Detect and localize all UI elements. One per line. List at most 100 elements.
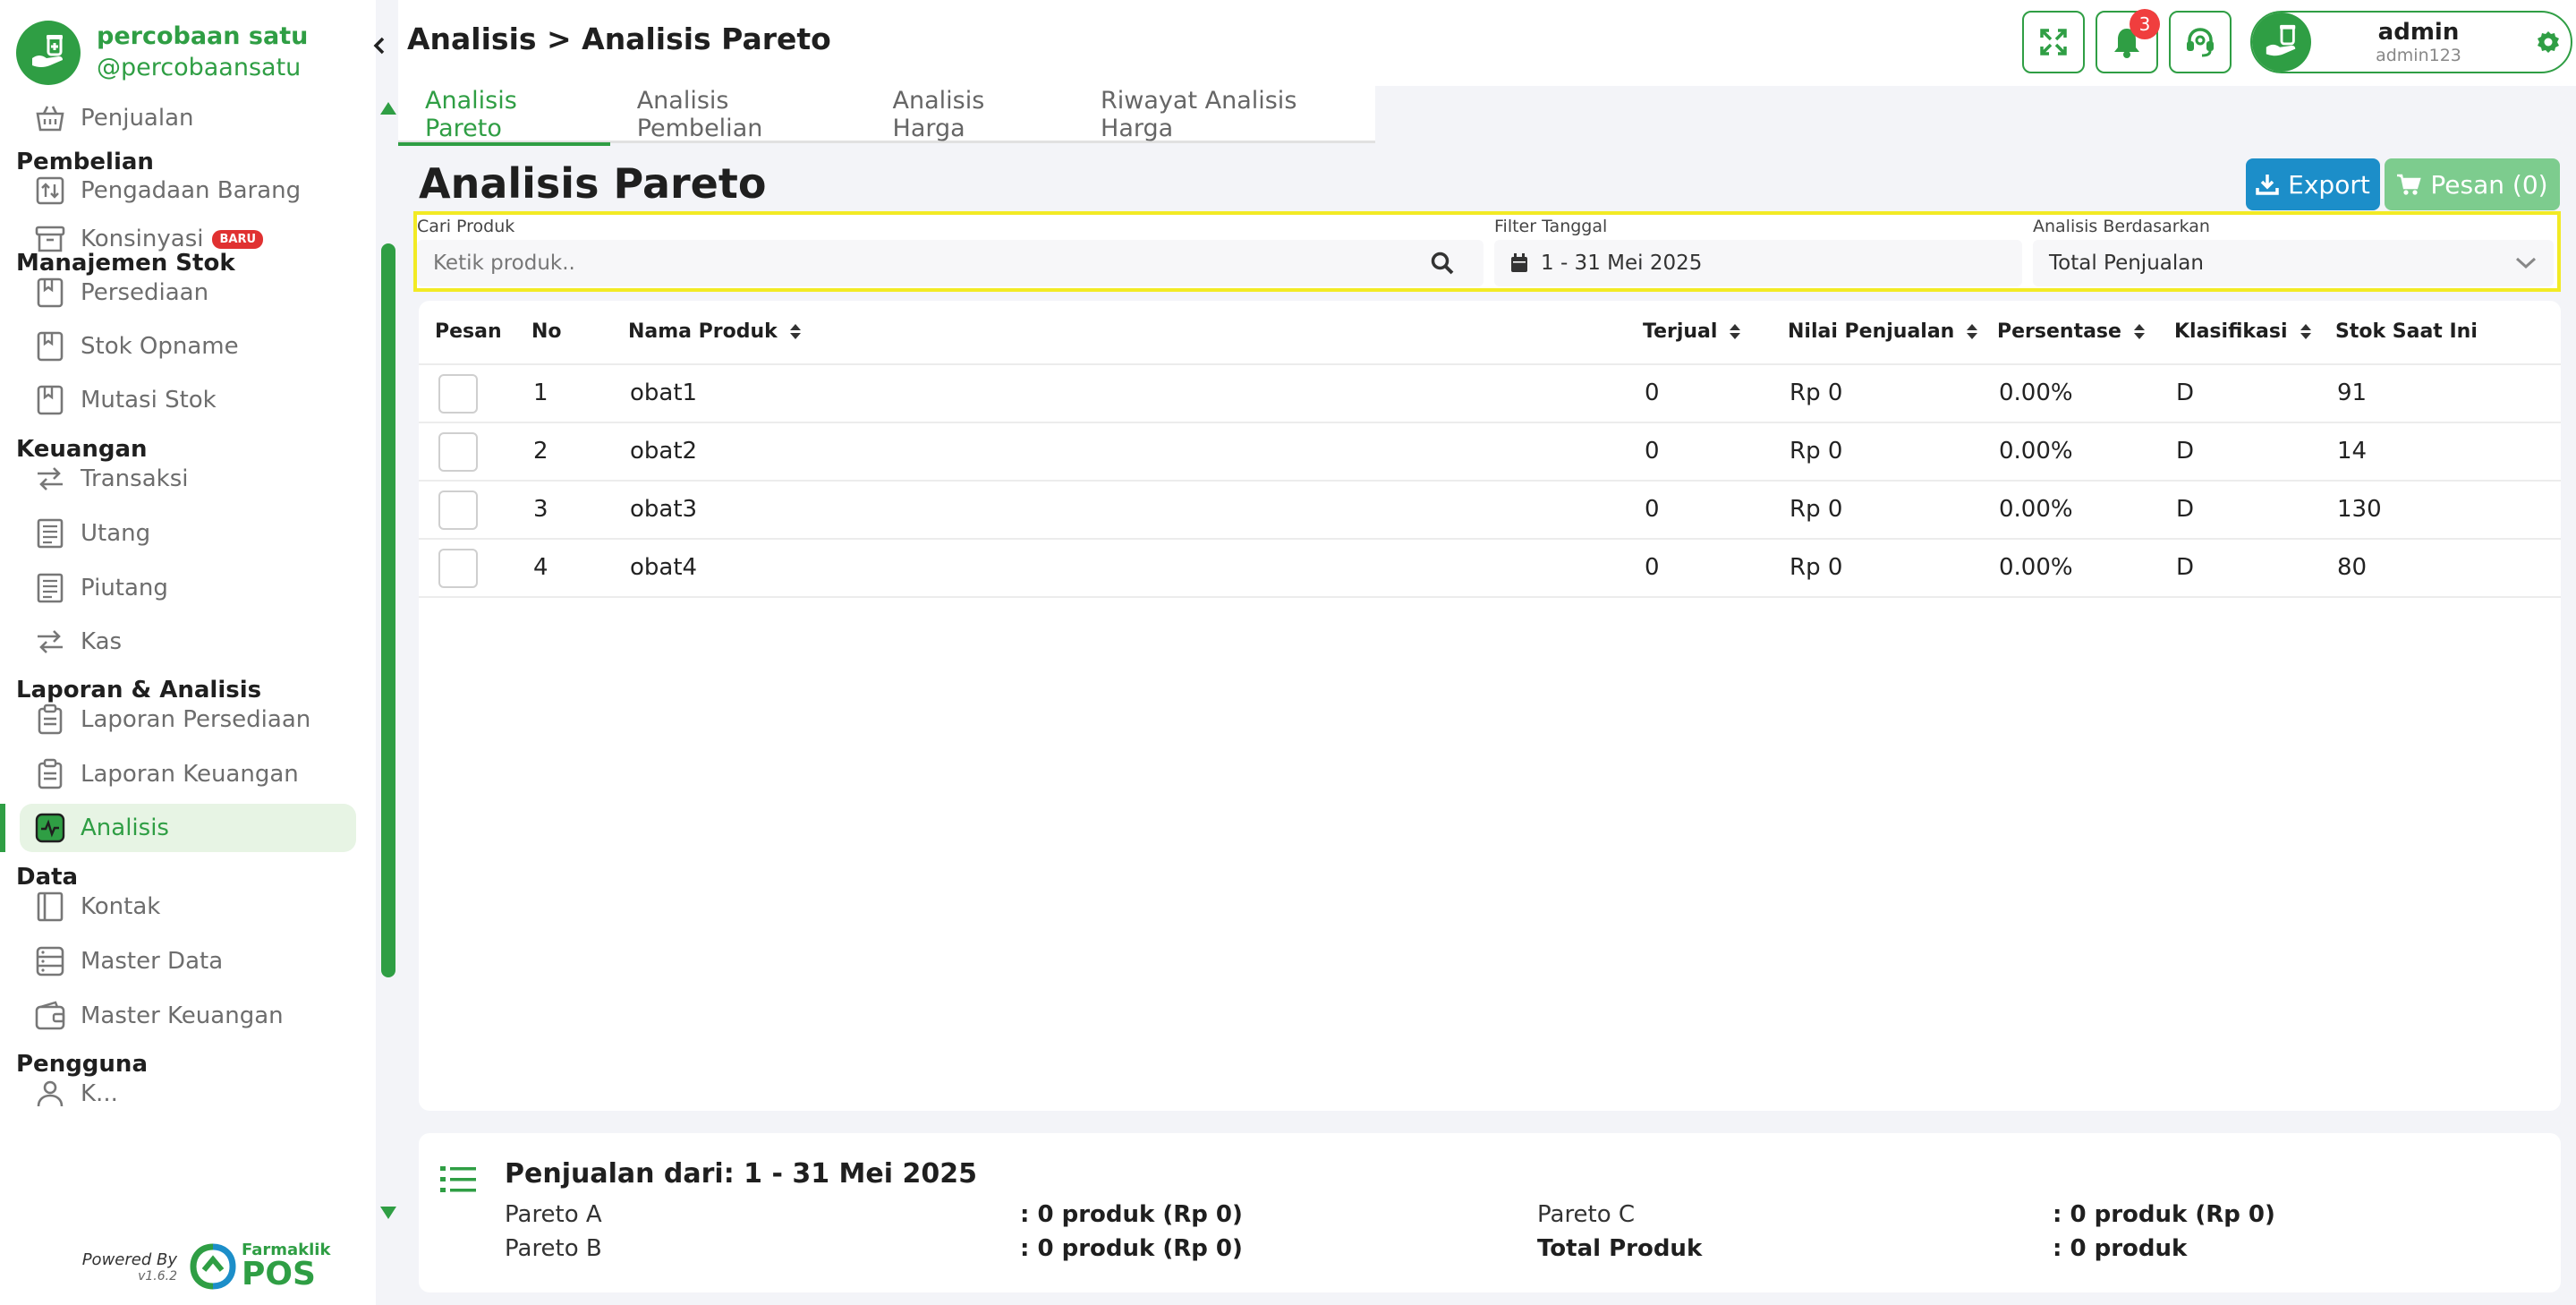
table-row: 1 obat1 0 Rp 0 0.00% D 91 bbox=[419, 363, 2561, 422]
database-icon bbox=[34, 945, 66, 977]
sidebar-item-kontak[interactable]: Kontak bbox=[20, 883, 356, 931]
scroll-up-arrow[interactable] bbox=[380, 102, 396, 115]
sidebar-item-kas[interactable]: Kas bbox=[20, 618, 356, 666]
column-header-nilai-penjualan[interactable]: Nilai Penjualan bbox=[1788, 320, 1978, 343]
search-input[interactable] bbox=[417, 252, 1430, 275]
column-header-nilai-label: Nilai Penjualan bbox=[1788, 320, 1955, 343]
cell-persen: 0.00% bbox=[1999, 438, 2073, 465]
column-header-terjual-label: Terjual bbox=[1643, 320, 1718, 343]
sidebar-item-analisis[interactable]: Analisis bbox=[20, 804, 356, 852]
fullscreen-button[interactable] bbox=[2022, 11, 2085, 73]
order-checkbox[interactable] bbox=[438, 549, 478, 588]
sidebar-item-penjualan[interactable]: Penjualan bbox=[20, 94, 356, 142]
analysis-basis-label: Analisis Berdasarkan bbox=[2033, 217, 2210, 236]
notification-button[interactable]: 3 bbox=[2096, 9, 2160, 73]
date-filter-field[interactable]: 1 - 31 Mei 2025 bbox=[1494, 240, 2022, 286]
page-title: Analisis Pareto bbox=[419, 159, 767, 208]
download-icon bbox=[2256, 175, 2279, 195]
tab-riwayat-analisis-harga[interactable]: Riwayat Analisis Harga bbox=[1074, 86, 1375, 143]
transfer-icon bbox=[34, 626, 66, 658]
sidebar-item-piutang[interactable]: Piutang bbox=[20, 564, 356, 612]
sidebar-item-label: Laporan Keuangan bbox=[81, 761, 299, 788]
column-header-terjual[interactable]: Terjual bbox=[1643, 320, 1741, 343]
cell-klas: D bbox=[2176, 554, 2195, 581]
export-button[interactable]: Export bbox=[2246, 158, 2380, 210]
sidebar-item-master-keuangan[interactable]: Master Keuangan bbox=[20, 992, 356, 1040]
analysis-basis-value: Total Penjualan bbox=[2049, 252, 2204, 275]
total-produk-value: : 0 produk bbox=[2053, 1235, 2188, 1262]
sidebar-nav: Penjualan Pembelian Pengadaan Barang Konsin… bbox=[0, 94, 376, 1226]
sidebar-item-k[interactable]: K... bbox=[20, 1070, 356, 1118]
search-icon[interactable] bbox=[1430, 251, 1455, 276]
box-transfer-icon bbox=[34, 175, 66, 207]
version-text: v1.6.2 bbox=[138, 1268, 177, 1284]
scroll-down-arrow[interactable] bbox=[380, 1207, 396, 1219]
pesan-label: Pesan (0) bbox=[2430, 169, 2548, 200]
cell-nama: obat3 bbox=[630, 496, 698, 523]
analysis-basis-select[interactable]: Total Penjualan bbox=[2033, 240, 2554, 286]
pharmacy-logo-icon bbox=[16, 21, 81, 85]
column-header-klasifikasi[interactable]: Klasifikasi bbox=[2174, 320, 2311, 343]
search-field bbox=[417, 240, 1484, 286]
summary-title: Penjualan dari: 1 - 31 Mei 2025 bbox=[505, 1158, 977, 1190]
basket-icon bbox=[34, 102, 66, 134]
sidebar-item-label: Mutasi Stok bbox=[81, 387, 217, 414]
order-checkbox[interactable] bbox=[438, 374, 478, 414]
top-header: Analisis > Analisis Pareto 3 admin admin… bbox=[398, 0, 2576, 86]
sidebar-item-label: Utang bbox=[81, 520, 151, 547]
cell-klas: D bbox=[2176, 380, 2195, 406]
calendar-icon bbox=[1511, 253, 1527, 272]
column-header-pesan-label: Pesan bbox=[435, 320, 502, 343]
tab-analisis-pembelian[interactable]: Analisis Pembelian bbox=[610, 86, 866, 143]
chevron-down-icon bbox=[2515, 257, 2537, 269]
bookmark-icon bbox=[34, 277, 66, 309]
sidebar-item-transaksi[interactable]: Transaksi bbox=[20, 455, 356, 503]
pareto-c-value: : 0 produk (Rp 0) bbox=[2053, 1201, 2275, 1228]
column-header-klas-label: Klasifikasi bbox=[2174, 320, 2288, 343]
cell-terjual: 0 bbox=[1645, 380, 1660, 406]
tab-analisis-pareto[interactable]: Analisis Pareto bbox=[398, 86, 610, 146]
sidebar-item-master-data[interactable]: Master Data bbox=[20, 937, 356, 985]
tab-analisis-harga[interactable]: Analisis Harga bbox=[866, 86, 1075, 143]
sidebar-item-mutasi-stok[interactable]: Mutasi Stok bbox=[20, 376, 356, 424]
sidebar-item-utang[interactable]: Utang bbox=[20, 509, 356, 558]
list-icon bbox=[440, 1166, 476, 1192]
sidebar-item-laporan-keuangan[interactable]: Laporan Keuangan bbox=[20, 750, 356, 798]
chevron-left-icon bbox=[373, 37, 385, 55]
column-header-nama-produk[interactable]: Nama Produk bbox=[628, 320, 801, 343]
brand-name: percobaan satu bbox=[97, 22, 309, 50]
sidebar-item-laporan-persediaan[interactable]: Laporan Persediaan bbox=[20, 695, 356, 744]
user-menu[interactable]: admin admin123 bbox=[2250, 11, 2572, 73]
sidebar-item-label: Master Data bbox=[81, 948, 224, 975]
column-header-persen-label: Persentase bbox=[1997, 320, 2121, 343]
pulse-icon bbox=[34, 812, 66, 844]
cell-klas: D bbox=[2176, 438, 2195, 465]
cell-nilai: Rp 0 bbox=[1790, 496, 1843, 523]
bookmark-icon bbox=[34, 330, 66, 362]
order-checkbox[interactable] bbox=[438, 432, 478, 472]
sort-icon bbox=[1967, 324, 1978, 339]
cell-no: 2 bbox=[533, 438, 548, 465]
cell-nilai: Rp 0 bbox=[1790, 438, 1843, 465]
pareto-c-label: Pareto C bbox=[1537, 1201, 1636, 1228]
brand[interactable]: percobaan satu @percobaansatu bbox=[16, 20, 374, 86]
cell-stok: 91 bbox=[2337, 380, 2368, 406]
pareto-a-label: Pareto A bbox=[505, 1201, 602, 1228]
user-name: admin bbox=[2377, 19, 2460, 46]
pesan-button[interactable]: Pesan (0) bbox=[2385, 158, 2560, 210]
pareto-b-label: Pareto B bbox=[505, 1235, 602, 1262]
cell-nilai: Rp 0 bbox=[1790, 554, 1843, 581]
sidebar-item-label: Piutang bbox=[81, 575, 168, 601]
sidebar-item-pengadaan-barang[interactable]: Pengadaan Barang bbox=[20, 166, 356, 215]
export-label: Export bbox=[2288, 169, 2370, 200]
settings-button[interactable] bbox=[2526, 30, 2571, 55]
sidebar-item-stok-opname[interactable]: Stok Opname bbox=[20, 322, 356, 371]
support-button[interactable] bbox=[2169, 11, 2232, 73]
sidebar-scroll-thumb[interactable] bbox=[381, 243, 395, 977]
column-header-persentase[interactable]: Persentase bbox=[1997, 320, 2145, 343]
cell-nilai: Rp 0 bbox=[1790, 380, 1843, 406]
sidebar-item-label: Transaksi bbox=[81, 465, 189, 492]
sidebar-item-persediaan[interactable]: Persediaan bbox=[20, 269, 356, 317]
order-checkbox[interactable] bbox=[438, 490, 478, 530]
collapse-sidebar-button[interactable] bbox=[367, 30, 392, 61]
